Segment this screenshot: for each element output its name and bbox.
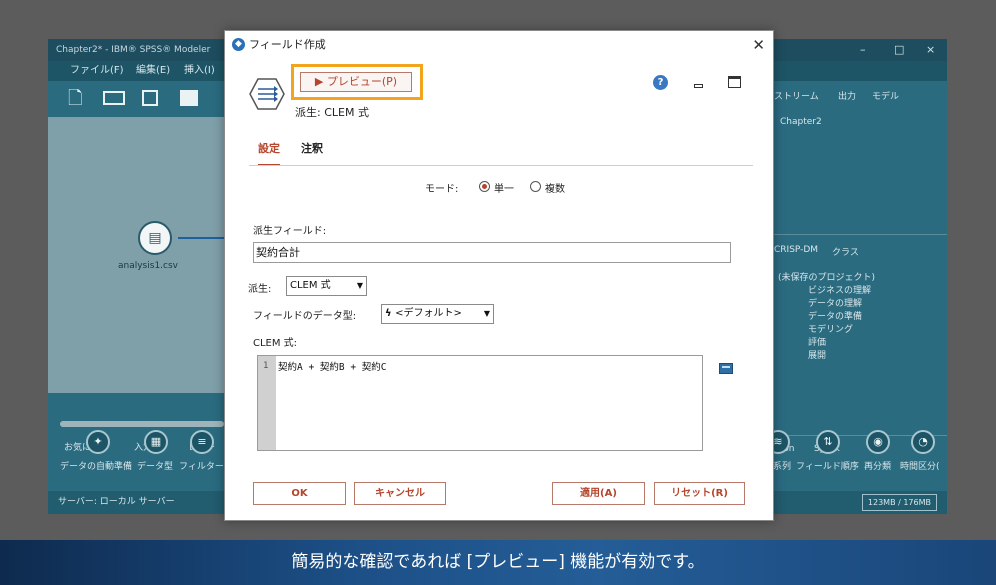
help-icon[interactable]: ? [653,75,668,90]
palette-label: フィールド順序 [796,462,859,472]
maximize-icon[interactable] [728,76,741,88]
source-node-label: analysis1.csv [118,261,178,271]
reclassify-icon[interactable]: ◉ [866,430,890,454]
tab-streams[interactable]: ストリーム [774,89,819,102]
mode-label: モード: [425,184,459,195]
server-status: サーバー: ローカル サーバー [58,497,175,507]
derive-field-input[interactable]: 契約合計 [253,242,731,263]
minimize-icon[interactable]: – [860,39,866,61]
line-number: 1 [263,361,269,371]
mode-multiple-radio[interactable] [530,181,541,192]
tree-item[interactable]: データの準備 [808,309,862,322]
menu-file[interactable]: ファイル(F) [70,61,124,81]
palette-label: 系列 [773,462,792,472]
type-node-icon[interactable]: ▦ [144,430,168,454]
chevron-down-icon: ▼ [356,281,363,290]
close-icon[interactable]: × [926,39,935,61]
tab-classes[interactable]: クラス [832,245,859,258]
reset-button[interactable]: リセット(R) [654,482,745,505]
tab-crisp-dm[interactable]: CRISP-DM [774,245,818,255]
derive-as-label: 派生: [248,284,272,295]
apply-button[interactable]: 適用(A) [552,482,645,505]
tab-annotations[interactable]: 注釈 [301,140,323,156]
play-icon: ▶ [314,75,327,88]
field-reorder-icon[interactable]: ⇅ [816,430,840,454]
caption-text: 簡易的な確認であれば [プレビュー] 機能が有効です。 [291,552,705,572]
connection-arrow [178,237,224,239]
pane-divider [774,234,947,235]
tab-divider [249,165,753,166]
mode-multiple-label[interactable]: 複数 [545,180,565,195]
palette-label: データの自動準備 [60,462,133,472]
canvas-scrollbar[interactable] [60,421,224,427]
tree-item[interactable]: 展開 [808,348,826,361]
stream-item[interactable]: Chapter2 [780,117,822,127]
filter-node-icon[interactable]: ≡ [190,430,214,454]
project-root[interactable]: (未保存のプロジェクト) [778,270,875,283]
new-file-icon[interactable]: 🗋 [68,89,86,109]
auto-data-prep-icon[interactable]: ✦ [86,430,110,454]
clem-label: CLEM 式: [253,338,298,349]
field-type-value: <デフォルト> [395,308,462,319]
minimize-icon[interactable] [694,84,703,88]
ok-button[interactable]: OK [253,482,346,505]
palette-label: データ型 [137,462,174,472]
derive-field-label: 派生フィールド: [253,226,327,237]
save-icon[interactable] [142,90,158,106]
clem-expression-text[interactable]: 契約A + 契約B + 契約C [278,359,386,373]
palette-label: 時間区分( [900,462,940,472]
tree-item[interactable]: ビジネスの理解 [808,283,871,296]
app-logo-icon: ◆ [232,38,245,51]
palette-label: 再分類 [864,462,892,472]
preview-highlight: ▶ プレビュー(P) [291,64,423,100]
stream-canvas[interactable] [48,117,224,393]
tab-outputs[interactable]: 出力 [838,89,856,102]
chevron-down-icon: ▼ [483,309,490,318]
field-type-select[interactable]: ϟ <デフォルト> ▼ [381,304,494,324]
cancel-button[interactable]: キャンセル [354,482,446,505]
node-type-label: 派生: CLEM 式 [295,106,369,119]
source-node-icon[interactable]: ▤ [138,221,172,255]
maximize-icon[interactable]: □ [894,39,904,61]
clem-expression-editor[interactable]: 1 契約A + 契約B + 契約C [257,355,703,451]
palette-label: フィルター [179,462,224,472]
tree-item[interactable]: 評価 [808,335,826,348]
open-folder-icon[interactable] [103,91,125,105]
mode-single-label[interactable]: 単一 [494,180,514,195]
menu-insert[interactable]: 挿入(I) [184,61,215,81]
app-title: Chapter2* - IBM® SPSS® Modeler [56,45,211,55]
derive-node-icon [249,78,285,110]
tree-item[interactable]: モデリング [808,322,853,335]
menu-edit[interactable]: 編集(E) [136,61,170,81]
lightning-icon: ϟ [385,308,396,319]
close-icon[interactable]: ✕ [752,31,765,59]
time-intervals-icon[interactable]: ◔ [911,430,935,454]
print-icon[interactable] [180,90,198,106]
derive-dialog: ◆ フィールド作成 ✕ ▶ プレビュー(P) 派生: CLEM 式 ? 設定 注… [224,30,774,521]
preview-button[interactable]: ▶ プレビュー(P) [300,72,412,92]
mode-single-radio[interactable] [479,181,490,192]
field-type-label: フィールドのデータ型: [253,311,357,322]
tab-models[interactable]: モデル [872,89,899,102]
tab-settings[interactable]: 設定 [258,140,280,166]
memory-indicator: 123MB / 176MB [861,494,937,511]
tree-item[interactable]: データの理解 [808,296,862,309]
preview-button-label: プレビュー(P) [326,75,398,88]
derive-as-select[interactable]: CLEM 式 ▼ [286,276,367,296]
dialog-title: フィールド作成 [249,38,326,51]
derive-as-value: CLEM 式 [290,280,331,291]
dialog-title-bar: ◆ フィールド作成 ✕ [225,31,773,59]
expression-builder-icon[interactable] [719,363,733,374]
